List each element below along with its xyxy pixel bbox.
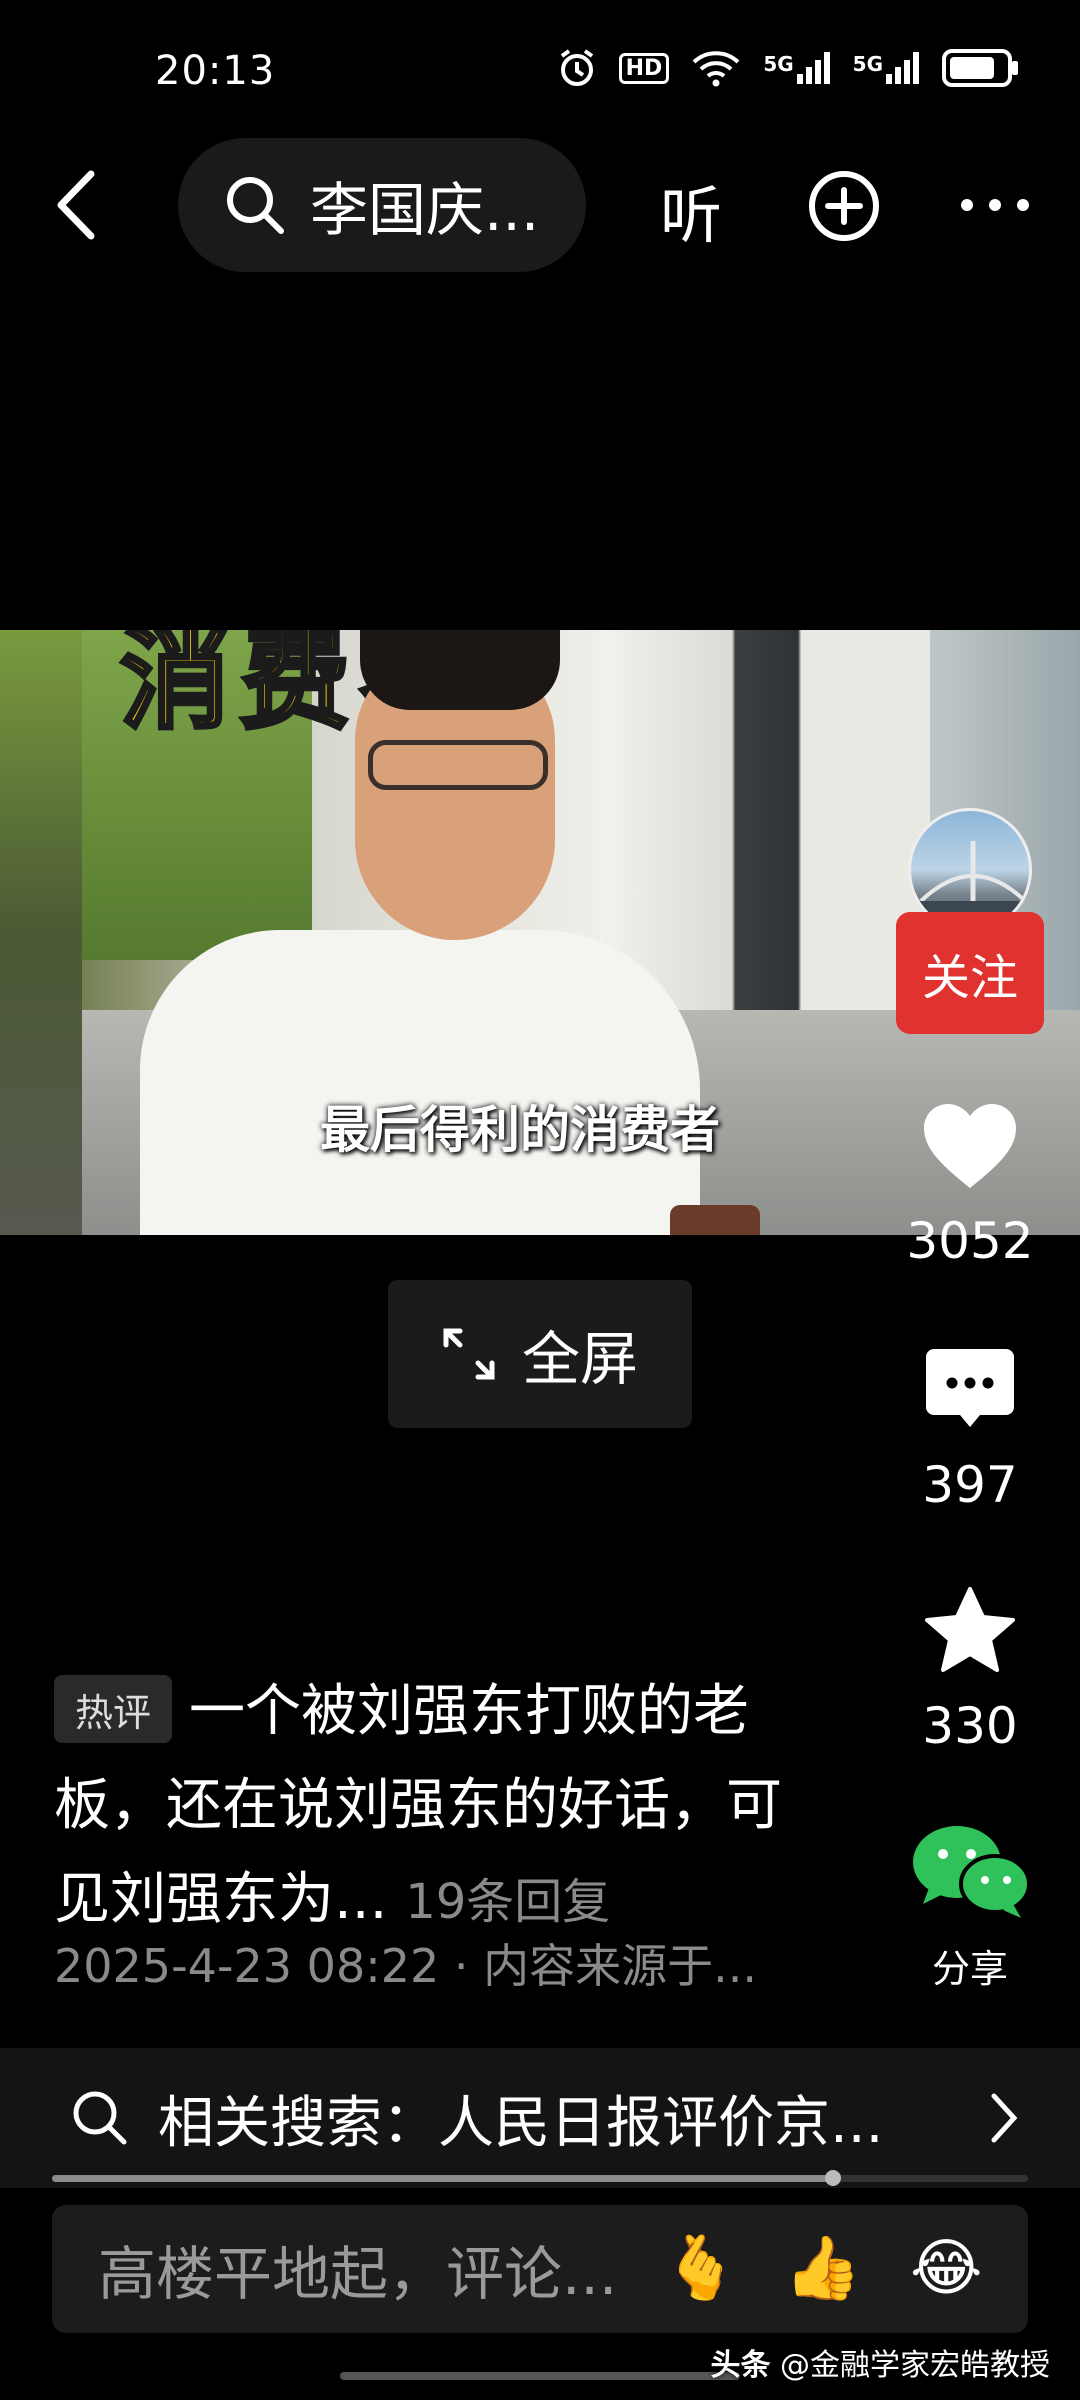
video-subtitle: 最后得利的消费者 [320, 1101, 720, 1159]
laughing-emoji-icon[interactable]: 😂 [910, 2231, 982, 2304]
favorite-button[interactable] [915, 1585, 1025, 1681]
comment-count: 397 [922, 1456, 1018, 1514]
search-icon [227, 177, 284, 234]
plus-circle-icon [809, 171, 879, 241]
finger-heart-emoji-icon[interactable]: 🫰 [662, 2231, 739, 2305]
alarm-icon [560, 49, 593, 86]
comment-bubble-icon [926, 1349, 1014, 1427]
favorite-count: 330 [922, 1697, 1018, 1755]
listen-button[interactable]: 听 [660, 165, 722, 255]
video-progress-fill [52, 2175, 833, 2182]
video-person-hair [360, 630, 560, 710]
video-progress-handle[interactable] [824, 2170, 841, 2186]
like-button[interactable] [915, 1100, 1025, 1196]
more-button[interactable] [955, 175, 1035, 235]
status-time: 20:13 [155, 48, 276, 94]
star-icon [925, 1587, 1015, 1672]
watermark-brand: 头条 [710, 2348, 771, 2383]
search-query-label: 李国庆... [310, 176, 540, 244]
back-button[interactable] [40, 160, 110, 250]
5g-signal-icon: 5G [763, 52, 830, 84]
comment-input[interactable]: 高楼平地起，评论... [98, 2227, 617, 2311]
search-icon [73, 2091, 127, 2145]
more-dots-icon [961, 199, 1029, 211]
hd-icon: HD [618, 52, 670, 84]
watermark: 头条 @金融学家宏皓教授 [710, 2340, 1050, 2384]
related-search-label: 相关搜索：人民日报评价京... [158, 2090, 884, 2156]
5g-signal-icon: 5G [853, 52, 920, 84]
wechat-icon [913, 1826, 1031, 1918]
battery-icon [942, 49, 1018, 87]
chevron-right-icon [991, 2093, 1018, 2143]
follow-button[interactable]: 关注 [896, 912, 1044, 1034]
chevron-left-icon [57, 170, 95, 240]
comment-button[interactable] [915, 1345, 1025, 1435]
related-search-bar[interactable]: 相关搜索：人民日报评价京... [0, 2048, 1080, 2188]
share-label: 分享 [931, 1947, 1008, 1991]
video-mug [670, 1205, 760, 1235]
add-button[interactable] [808, 170, 880, 242]
comment-meta: 2025-4-23 08:22 · 内容来源于... [54, 1939, 757, 1993]
thumbs-up-emoji-icon[interactable]: 👍 [784, 2231, 861, 2305]
heart-icon [924, 1104, 1016, 1188]
comment-input-bar[interactable]: 高楼平地起，评论... 🫰 👍 😂 [52, 2205, 1028, 2333]
watermark-account: @金融学家宏皓教授 [780, 2348, 1050, 2383]
video-person-shirt [140, 930, 700, 1235]
reply-count[interactable]: 19条回复 [405, 1874, 610, 1930]
status-icons: HD 5G 5G [557, 48, 1020, 88]
video-progress-bar[interactable] [52, 2170, 1028, 2186]
wifi-icon [692, 51, 740, 87]
share-button[interactable] [908, 1822, 1034, 1926]
video-person-glasses [368, 740, 548, 790]
like-count: 3052 [906, 1212, 1034, 1270]
search-pill[interactable]: 李国庆... [178, 138, 586, 272]
hot-comment[interactable]: 一个被刘强东打败的老板，还在说刘强东的好话，可见刘强东为... 19条回复 [54, 1665, 814, 1949]
fullscreen-label: 全屏 [521, 1325, 638, 1393]
home-indicator[interactable] [340, 2372, 740, 2380]
fullscreen-button[interactable]: 全屏 [388, 1280, 692, 1428]
expand-icon [443, 1328, 495, 1380]
